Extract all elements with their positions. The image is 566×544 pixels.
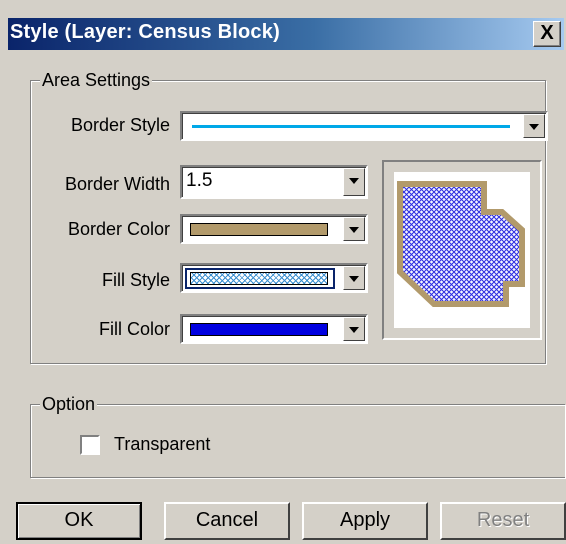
chevron-down-icon[interactable] (343, 168, 365, 196)
border-style-label: Border Style (70, 115, 170, 135)
transparent-label[interactable]: Transparent (114, 434, 210, 455)
border-color-swatch (190, 223, 328, 236)
fill-color-dropdown[interactable] (180, 314, 368, 344)
option-legend: Option (40, 394, 98, 415)
transparent-checkbox[interactable] (80, 435, 100, 455)
fill-color-label: Fill Color (98, 319, 170, 339)
border-width-value: 1.5 (186, 170, 213, 191)
close-button[interactable]: X (533, 21, 561, 47)
border-color-dropdown[interactable] (180, 214, 368, 244)
chevron-down-icon[interactable] (343, 266, 365, 290)
chevron-down-icon[interactable] (343, 317, 365, 341)
preview-polygon-icon (397, 181, 525, 307)
fill-color-swatch (190, 323, 328, 336)
border-color-label: Border Color (67, 219, 170, 239)
border-width-dropdown[interactable]: 1.5 (180, 165, 368, 199)
style-preview (382, 160, 542, 340)
reset-button: Reset (440, 502, 566, 540)
area-settings-legend: Area Settings (40, 70, 153, 91)
cancel-button[interactable]: Cancel (164, 502, 290, 540)
apply-button[interactable]: Apply (302, 502, 428, 540)
style-dialog: Style (Layer: Census Block) X Area Setti… (0, 0, 566, 544)
border-style-dropdown[interactable] (180, 111, 548, 141)
chevron-down-icon[interactable] (343, 217, 365, 241)
chevron-down-icon[interactable] (523, 114, 545, 138)
preview-canvas (394, 172, 530, 328)
border-style-line (192, 125, 510, 128)
window-title: Style (Layer: Census Block) (10, 21, 280, 43)
title-bar: Style (Layer: Census Block) X (8, 18, 564, 50)
ok-button[interactable]: OK (16, 502, 142, 540)
fill-style-swatch (190, 272, 328, 285)
border-width-label: Border Width (64, 174, 170, 194)
option-group (30, 404, 565, 478)
fill-style-dropdown[interactable] (180, 263, 368, 293)
close-icon: X (540, 22, 554, 44)
fill-style-label: Fill Style (101, 270, 170, 290)
